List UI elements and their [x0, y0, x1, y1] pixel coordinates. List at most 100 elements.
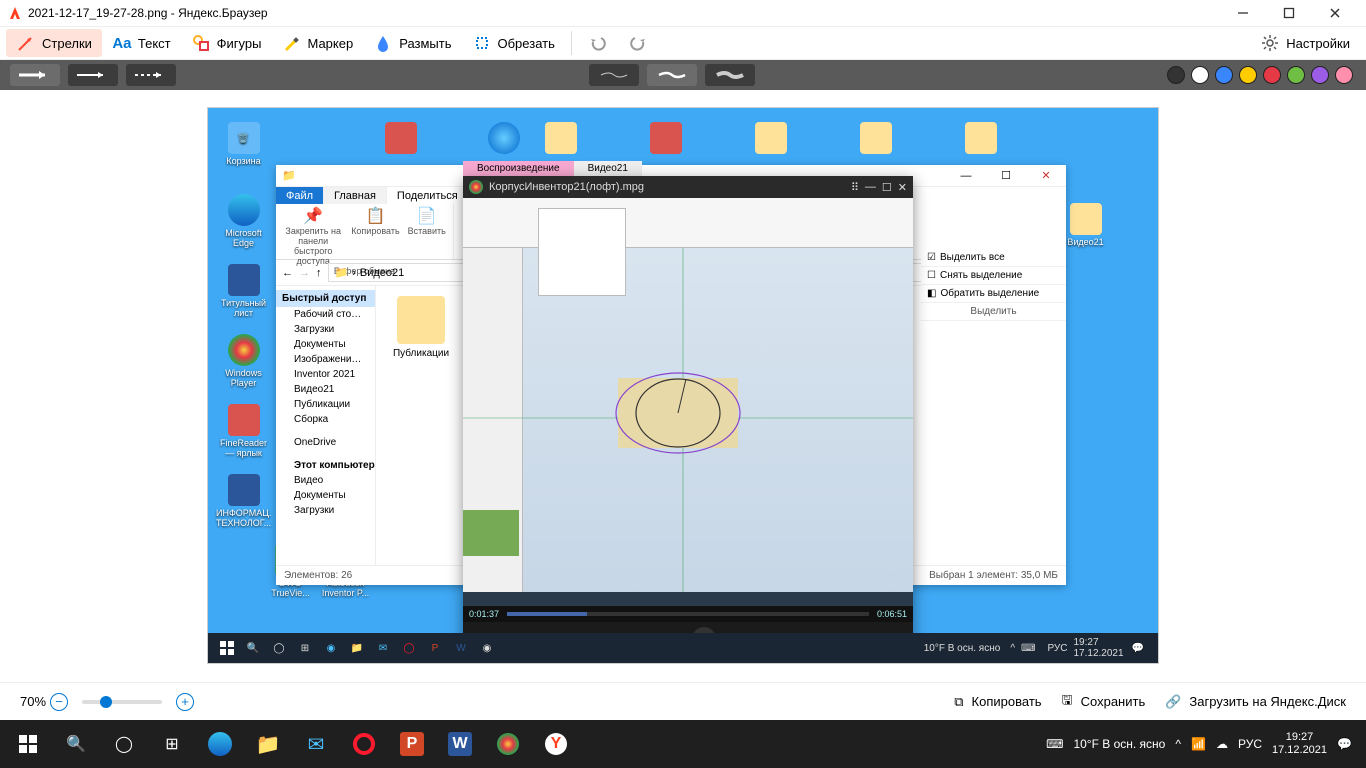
player-close[interactable]: ✕: [898, 181, 907, 194]
tab-file[interactable]: Файл: [276, 187, 324, 204]
opera-icon[interactable]: [340, 720, 388, 768]
powerpoint-icon[interactable]: P: [388, 720, 436, 768]
deselect[interactable]: ☐Снять выделение: [921, 267, 1066, 285]
minimize-button[interactable]: [1220, 0, 1266, 26]
copy-action[interactable]: ⧉ Копировать: [954, 694, 1041, 710]
nav-thispc[interactable]: Этот компьютер: [276, 458, 375, 473]
desktop-icon[interactable]: ИНФОРМАЦ. ТЕХНОЛОГ...: [216, 474, 271, 528]
player-taskbar-icon[interactable]: ◉: [474, 637, 500, 659]
nav-fwd[interactable]: →: [299, 267, 310, 279]
player-taskbar-icon[interactable]: [484, 720, 532, 768]
desktop-icon[interactable]: FineReader — ярлык: [216, 404, 271, 458]
nav-quick[interactable]: Быстрый доступ: [276, 290, 375, 307]
clock[interactable]: 19:27 17.12.2021: [1272, 731, 1327, 757]
line-thick[interactable]: [705, 64, 755, 86]
clock[interactable]: 19:2717.12.2021: [1073, 637, 1123, 659]
redo-button[interactable]: [618, 29, 658, 57]
tab-home[interactable]: Главная: [324, 187, 387, 204]
tool-blur[interactable]: Размыть: [363, 29, 461, 57]
color-white[interactable]: [1191, 66, 1209, 84]
arrow-style-3[interactable]: [126, 64, 176, 86]
explorer-close[interactable]: ✕: [1026, 169, 1066, 182]
nav-item[interactable]: Видео: [276, 473, 375, 488]
task-view-icon[interactable]: ⊞: [148, 720, 196, 768]
explorer-minimize[interactable]: —: [946, 170, 986, 182]
desktop-icon[interactable]: [533, 122, 588, 156]
tray-chevron-icon[interactable]: ^: [1010, 643, 1015, 654]
nav-item[interactable]: Документы: [276, 488, 375, 503]
desktop-icon[interactable]: Видео21: [1058, 203, 1113, 247]
weather-widget[interactable]: 10°F В осн. ясно: [924, 643, 1001, 654]
color-black[interactable]: [1167, 66, 1185, 84]
explorer-maximize[interactable]: ☐: [986, 169, 1026, 182]
desktop-icon[interactable]: [743, 122, 798, 156]
weather-widget[interactable]: 10°F В осн. ясно: [1073, 737, 1165, 751]
word-icon[interactable]: W: [436, 720, 484, 768]
paste-button[interactable]: 📄Вставить: [408, 206, 446, 266]
tab-share[interactable]: Поделиться: [387, 187, 469, 204]
start-button[interactable]: [214, 637, 240, 659]
color-green[interactable]: [1287, 66, 1305, 84]
edge-icon[interactable]: ◉: [318, 637, 344, 659]
tool-crop[interactable]: Обрезать: [462, 29, 565, 57]
color-blue[interactable]: [1215, 66, 1233, 84]
cortana-icon[interactable]: ◯: [100, 720, 148, 768]
color-yellow[interactable]: [1239, 66, 1257, 84]
nav-back[interactable]: ←: [282, 267, 293, 279]
network-icon[interactable]: 📶: [1191, 737, 1206, 751]
zoom-slider[interactable]: [82, 700, 162, 704]
settings-button[interactable]: Настройки: [1250, 29, 1360, 57]
tray-chevron-icon[interactable]: ^: [1175, 737, 1181, 751]
desktop-icon[interactable]: [638, 122, 693, 156]
desktop-icon[interactable]: Windows Player: [216, 334, 271, 388]
nav-pane[interactable]: Быстрый доступ Рабочий сто… Загрузки Док…: [276, 286, 376, 565]
lang-indicator[interactable]: РУС: [1047, 643, 1067, 654]
explorer-icon[interactable]: 📁: [244, 720, 292, 768]
search-icon[interactable]: 🔍: [52, 720, 100, 768]
desktop-icon[interactable]: Титульный лист: [216, 264, 271, 318]
mail-icon[interactable]: ✉: [370, 637, 396, 659]
nav-onedrive[interactable]: OneDrive: [276, 435, 375, 450]
nav-item[interactable]: Публикации: [276, 397, 375, 412]
yandex-icon[interactable]: Y: [532, 720, 580, 768]
file-item[interactable]: Публикации: [386, 296, 456, 359]
tool-marker[interactable]: Маркер: [271, 29, 363, 57]
nav-item[interactable]: Документы: [276, 337, 375, 352]
tool-shapes[interactable]: Фигуры: [181, 29, 272, 57]
progress-bar[interactable]: 0:01:37 0:06:51: [463, 606, 913, 622]
player-minimize[interactable]: —: [865, 181, 876, 193]
line-thin[interactable]: [589, 64, 639, 86]
nav-up[interactable]: ↑: [316, 267, 322, 279]
cortana-icon[interactable]: ◯: [266, 637, 292, 659]
zoom-in-button[interactable]: +: [176, 693, 194, 711]
save-action[interactable]: 🖫 Сохранить: [1062, 691, 1146, 713]
tool-text[interactable]: Aa Текст: [102, 29, 181, 57]
zoom-out-button[interactable]: −: [50, 693, 68, 711]
invert-select[interactable]: ◧Обратить выделение: [921, 285, 1066, 303]
undo-button[interactable]: [578, 29, 618, 57]
desktop-icon[interactable]: [848, 122, 903, 156]
search-icon[interactable]: 🔍: [240, 637, 266, 659]
word-icon[interactable]: W: [448, 637, 474, 659]
arrow-style-2[interactable]: [68, 64, 118, 86]
select-all[interactable]: ☑Выделить все: [921, 249, 1066, 267]
color-purple[interactable]: [1311, 66, 1329, 84]
task-view-icon[interactable]: ⊞: [292, 637, 318, 659]
nav-item[interactable]: Сборка: [276, 412, 375, 427]
powerpoint-icon[interactable]: P: [422, 637, 448, 659]
nav-item[interactable]: Загрузки: [276, 503, 375, 518]
desktop-icon[interactable]: Microsoft Edge: [216, 194, 271, 248]
nav-item[interactable]: Загрузки: [276, 322, 375, 337]
color-red[interactable]: [1263, 66, 1281, 84]
explorer-icon[interactable]: 📁: [344, 637, 370, 659]
player-pin[interactable]: ⠿: [851, 181, 859, 194]
pin-button[interactable]: 📌Закрепить на панели быстрого доступа: [283, 206, 343, 266]
nav-item[interactable]: Изображени…: [276, 352, 375, 367]
player-maximize[interactable]: ☐: [882, 181, 892, 194]
seek-track[interactable]: [507, 612, 869, 616]
desktop-icon[interactable]: [953, 122, 1008, 156]
desktop-icon[interactable]: [476, 122, 531, 156]
copy-button[interactable]: 📋Копировать: [351, 206, 399, 266]
mail-icon[interactable]: ✉: [292, 720, 340, 768]
tool-arrows[interactable]: Стрелки: [6, 29, 102, 57]
